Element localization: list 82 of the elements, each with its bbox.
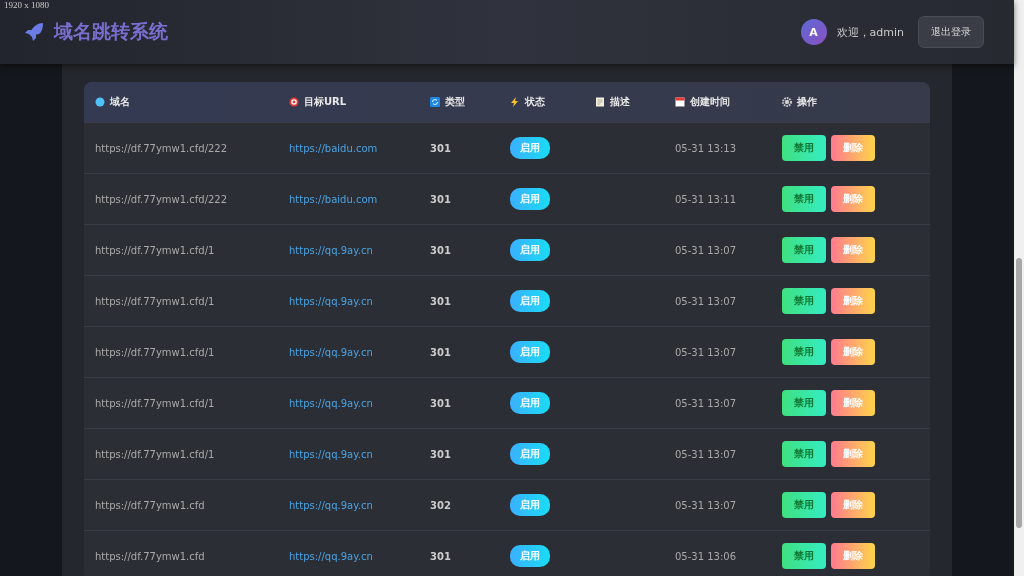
redirect-type-cell: 302: [430, 499, 451, 511]
column-header: 描述: [610, 95, 630, 109]
app-title: 域名跳转系统: [54, 19, 168, 44]
delete-button[interactable]: 删除: [831, 135, 875, 161]
disable-button[interactable]: 禁用: [782, 186, 826, 212]
redirect-type-cell: 301: [430, 295, 451, 307]
calendar-icon: [675, 97, 685, 107]
domain-cell: https://df.77ymw1.cfd: [95, 550, 205, 562]
created-time-cell: 05-31 13:13: [675, 142, 737, 154]
redirect-type-cell: 301: [430, 397, 451, 409]
column-header: 域名: [110, 95, 130, 109]
domain-cell: https://df.77ymw1.cfd/1: [95, 346, 215, 358]
domain-cell: https://df.77ymw1.cfd/222: [95, 193, 228, 205]
delete-button[interactable]: 删除: [831, 237, 875, 263]
domain-cell: https://df.77ymw1.cfd/1: [95, 244, 215, 256]
delete-button[interactable]: 删除: [831, 543, 875, 569]
column-header: 类型: [445, 95, 465, 109]
target-url-link[interactable]: https://qq.9ay.cn: [289, 244, 373, 256]
delete-button[interactable]: 删除: [831, 441, 875, 467]
domain-cell: https://df.77ymw1.cfd/1: [95, 295, 215, 307]
user-avatar: A: [800, 19, 827, 45]
status-badge: 启用: [510, 392, 550, 414]
target-url-link[interactable]: https://baidu.com: [289, 193, 378, 205]
created-time-cell: 05-31 13:07: [675, 295, 737, 307]
created-time-cell: 05-31 13:07: [675, 448, 737, 460]
disable-button[interactable]: 禁用: [782, 135, 826, 161]
delete-button[interactable]: 删除: [831, 390, 875, 416]
status-badge: 启用: [510, 239, 550, 261]
status-badge: 启用: [510, 290, 550, 312]
status-badge: 启用: [510, 545, 550, 567]
target-url-link[interactable]: https://qq.9ay.cn: [289, 295, 373, 307]
redirect-type-cell: 301: [430, 142, 451, 154]
delete-button[interactable]: 删除: [831, 186, 875, 212]
disable-button[interactable]: 禁用: [782, 441, 826, 467]
target-icon: [289, 97, 299, 107]
refresh-icon: [430, 97, 440, 107]
memo-icon: [595, 97, 605, 107]
delete-button[interactable]: 删除: [831, 492, 875, 518]
status-badge: 启用: [510, 494, 550, 516]
disable-button[interactable]: 禁用: [782, 492, 826, 518]
status-badge: 启用: [510, 341, 550, 363]
status-badge: 启用: [510, 137, 550, 159]
domain-cell: https://df.77ymw1.cfd: [95, 499, 205, 511]
delete-button[interactable]: 删除: [831, 288, 875, 314]
column-header: 状态: [525, 95, 545, 109]
disable-button[interactable]: 禁用: [782, 288, 826, 314]
created-time-cell: 05-31 13:11: [675, 193, 737, 205]
target-url-link[interactable]: https://qq.9ay.cn: [289, 448, 373, 460]
disable-button[interactable]: 禁用: [782, 237, 826, 263]
created-time-cell: 05-31 13:06: [675, 550, 737, 562]
gear-icon: [782, 97, 792, 107]
resolution-label: 1920 x 1080: [4, 0, 49, 10]
status-badge: 启用: [510, 443, 550, 465]
domain-cell: https://df.77ymw1.cfd/222: [95, 142, 228, 154]
redirect-type-cell: 301: [430, 448, 451, 460]
created-time-cell: 05-31 13:07: [675, 499, 737, 511]
created-time-cell: 05-31 13:07: [675, 346, 737, 358]
logout-button[interactable]: 退出登录: [918, 16, 984, 48]
created-time-cell: 05-31 13:07: [675, 397, 737, 409]
target-url-link[interactable]: https://qq.9ay.cn: [289, 499, 373, 511]
redirect-type-cell: 301: [430, 346, 451, 358]
welcome-text: 欢迎，admin: [836, 24, 904, 40]
target-url-link[interactable]: https://qq.9ay.cn: [289, 550, 373, 562]
disable-button[interactable]: 禁用: [782, 543, 826, 569]
scrollbar[interactable]: [1014, 0, 1024, 576]
domain-cell: https://df.77ymw1.cfd/1: [95, 448, 215, 460]
status-badge: 启用: [510, 188, 550, 210]
column-header: 创建时间: [690, 95, 730, 109]
lightning-icon: [510, 97, 520, 107]
redirect-type-cell: 301: [430, 550, 451, 562]
redirect-type-cell: 301: [430, 193, 451, 205]
column-header: 操作: [797, 95, 817, 109]
target-url-link[interactable]: https://qq.9ay.cn: [289, 397, 373, 409]
redirect-type-cell: 301: [430, 244, 451, 256]
created-time-cell: 05-31 13:07: [675, 244, 737, 256]
disable-button[interactable]: 禁用: [782, 390, 826, 416]
delete-button[interactable]: 删除: [831, 339, 875, 365]
target-url-link[interactable]: https://baidu.com: [289, 142, 378, 154]
column-header: 目标URL: [304, 95, 347, 109]
domain-cell: https://df.77ymw1.cfd/1: [95, 397, 215, 409]
disable-button[interactable]: 禁用: [782, 339, 826, 365]
target-url-link[interactable]: https://qq.9ay.cn: [289, 346, 373, 358]
